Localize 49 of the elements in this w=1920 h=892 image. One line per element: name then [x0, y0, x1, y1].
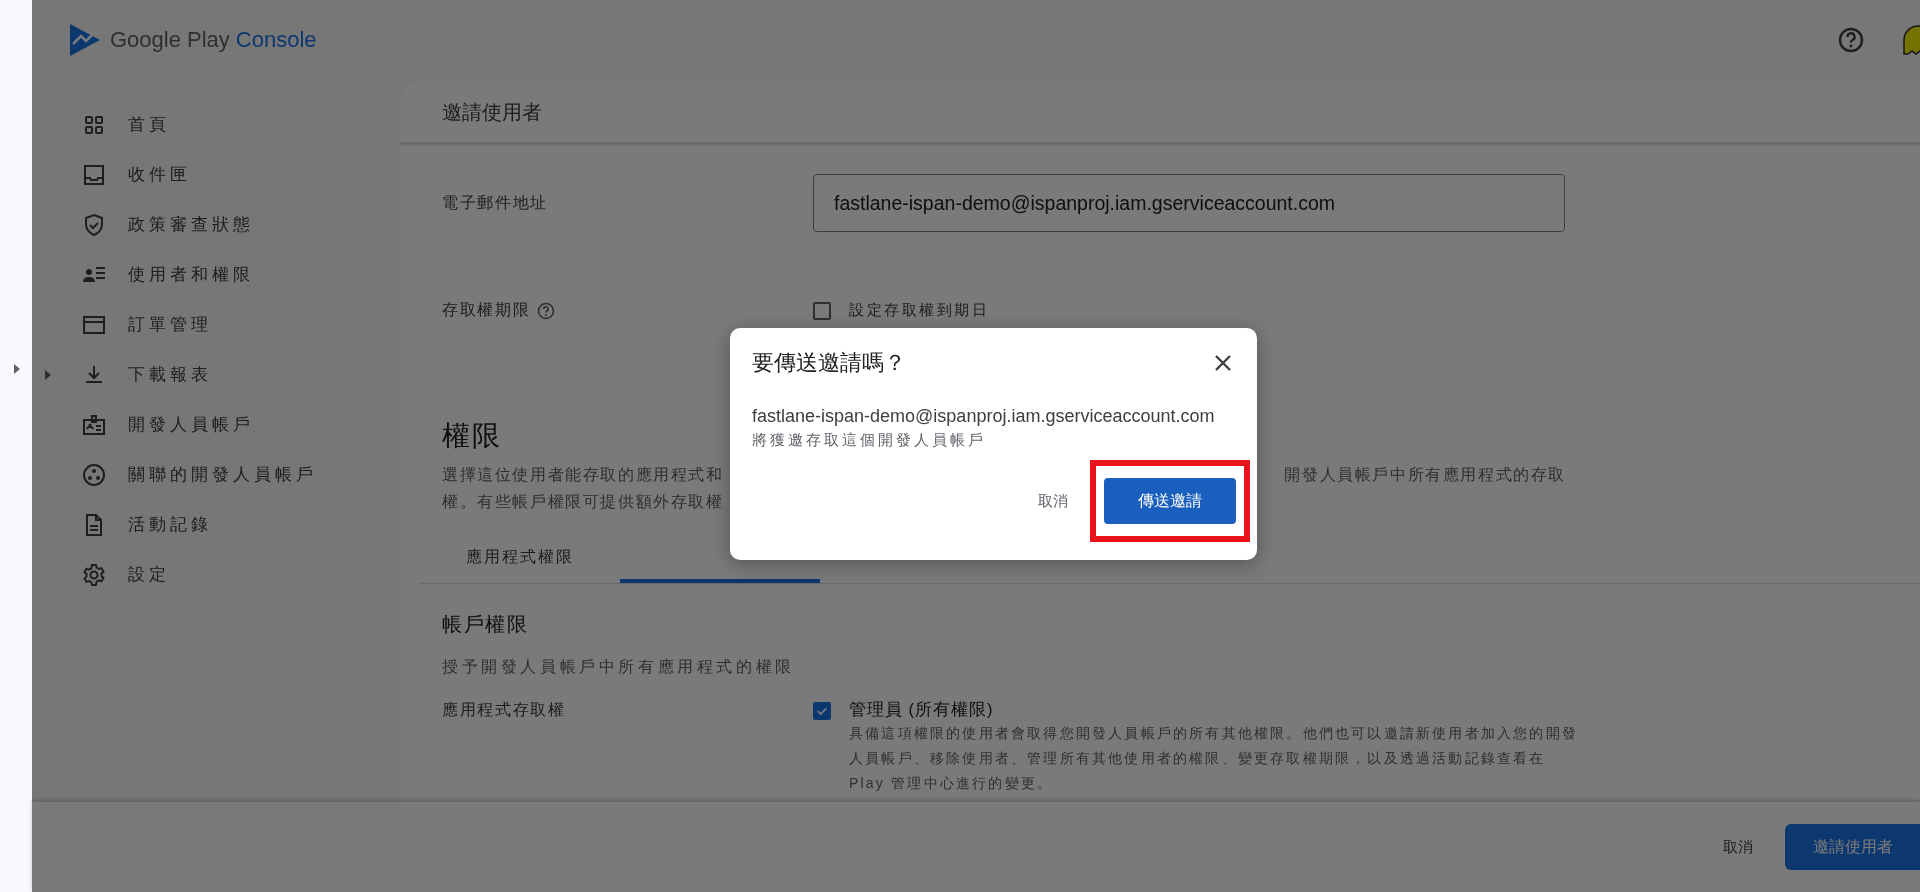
- sidebar-item[interactable]: 開發人員帳戶: [32, 400, 400, 450]
- cancel-button[interactable]: 取消: [1717, 836, 1759, 858]
- shield-icon: [82, 213, 106, 237]
- sidebar-item[interactable]: 收件匣: [32, 150, 400, 200]
- help-icon[interactable]: [1838, 27, 1864, 53]
- cancel-button[interactable]: 取消: [1032, 490, 1074, 512]
- play-console-logo-icon: [70, 24, 100, 56]
- option-description: 具備這項權限的使用者會取得您開發人員帳戶的所有其他權限。他們也可以邀請新使用者加入您的開發人員帳戶、移除使用者、管理所有其他使用者的權限、變更存取權期限，以及透過活動記錄查看在 Play 管理中心進行的變更。: [849, 724, 1579, 793]
- field-label: 應用程式存取權: [442, 699, 567, 720]
- caret-icon[interactable]: [14, 364, 20, 374]
- field-label: 存取權期限: [442, 300, 531, 320]
- sidebar-item[interactable]: 政策審查狀態: [32, 200, 400, 250]
- checkbox[interactable]: [813, 702, 831, 720]
- checkmark-icon: [816, 707, 828, 716]
- checkbox[interactable]: [813, 301, 831, 320]
- checkbox-label: 管理員 (所有權限): [849, 699, 995, 720]
- sidebar-item[interactable]: 使用者和權限: [32, 250, 400, 300]
- sidebar-item[interactable]: 關聯的開發人員帳戶: [32, 450, 400, 500]
- inbox-icon: [82, 163, 106, 187]
- description-text: 開發人員帳戶中所有應用程式的存取: [1284, 465, 1566, 485]
- page-title: 邀請使用者: [442, 99, 543, 125]
- credit-card-icon: [82, 313, 106, 337]
- caret-icon[interactable]: [45, 370, 51, 380]
- tab[interactable]: 應用程式權限: [420, 535, 620, 583]
- sidebar-item[interactable]: 訂單管理: [32, 300, 400, 350]
- section-heading: 權限: [442, 419, 502, 453]
- dialog-email: fastlane-ispan-demo@ispanproj.iam.gserviceaccount.com: [752, 406, 1216, 427]
- help-icon[interactable]: [536, 301, 555, 320]
- description-text: 選擇這位使用者能存取的應用程式和: [442, 465, 724, 485]
- field-label: 電子郵件地址: [442, 192, 550, 213]
- invite-button[interactable]: 邀請使用者: [1785, 824, 1920, 870]
- dialog-title: 要傳送邀請嗎？: [752, 349, 906, 377]
- settings-icon: [82, 563, 106, 587]
- sidebar-item[interactable]: 設定: [32, 550, 400, 600]
- section-subtitle: 授予開發人員帳戶中所有應用程式的權限: [442, 657, 796, 677]
- sidebar-item[interactable]: 下載報表: [32, 350, 400, 400]
- id-badge-icon: [82, 413, 106, 437]
- send-invite-button[interactable]: 傳送邀請: [1104, 478, 1236, 524]
- dialog-message: 將獲邀存取這個開發人員帳戶: [752, 431, 987, 450]
- product-name: Console: [235, 27, 317, 53]
- description-text: 權。有些帳戶權限可提供額外存取權: [442, 493, 724, 510]
- grid-icon: [82, 113, 106, 137]
- brand-name: Google Play: [110, 27, 230, 53]
- linked-circles-icon: [82, 463, 106, 487]
- sidebar-item[interactable]: 首頁: [32, 100, 400, 150]
- section-title: 帳戶權限: [442, 612, 529, 637]
- sidebar-item[interactable]: 活動記錄: [32, 500, 400, 550]
- email-field[interactable]: fastlane-ispan-demo@ispanproj.iam.gserviceaccount.com: [813, 174, 1565, 232]
- checkbox-label: 設定存取權到期日: [849, 301, 989, 320]
